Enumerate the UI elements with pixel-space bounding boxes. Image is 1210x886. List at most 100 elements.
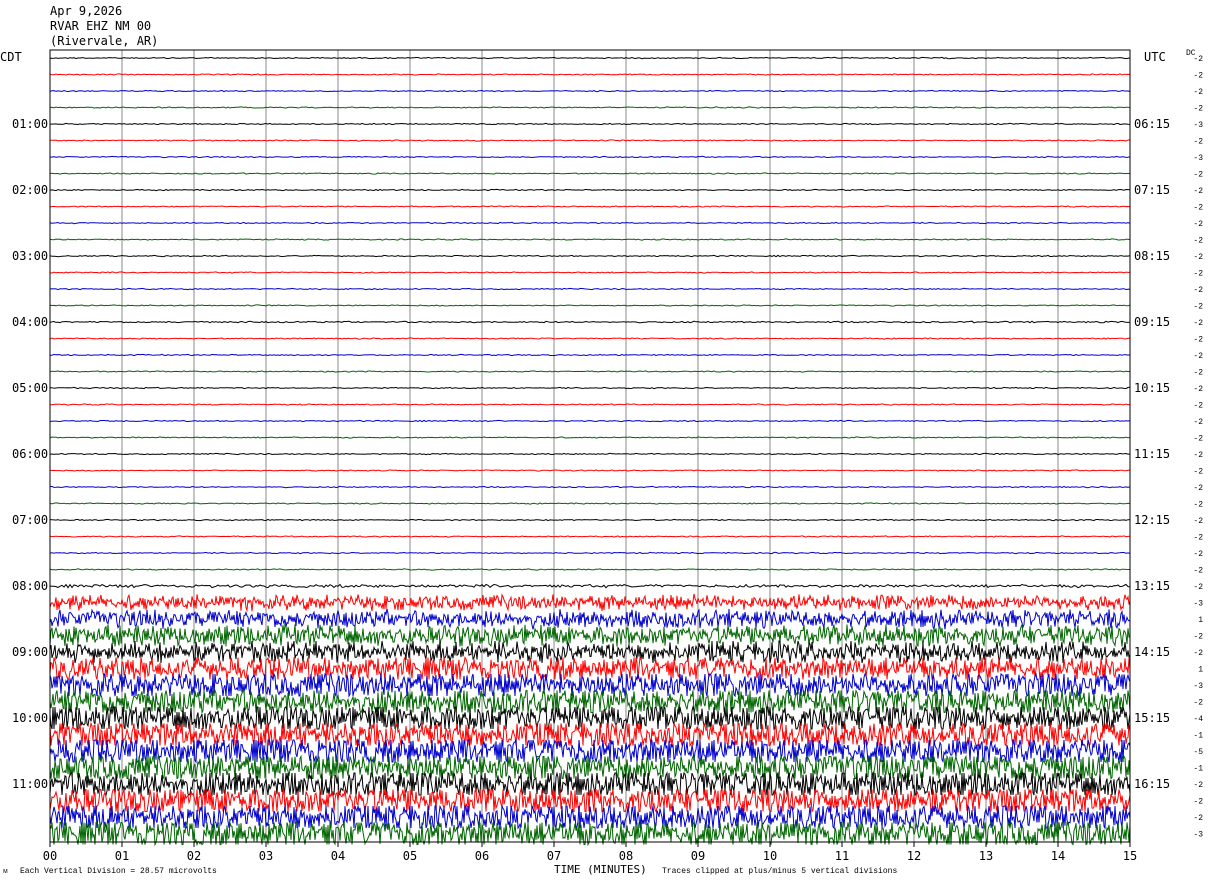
seismic-trace <box>49 403 1131 406</box>
seismic-trace <box>49 353 1131 357</box>
time-axis-ticks: 00 01 02 03 04 05 06 07 08 09 10 11 12 13 14 15 <box>43 842 1137 863</box>
x-tick-label: 13 <box>979 849 993 863</box>
x-axis-label: TIME (MINUTES) <box>554 863 647 876</box>
seismic-trace <box>50 122 1131 126</box>
seismic-trace <box>49 738 1131 764</box>
seismic-trace <box>49 535 1131 538</box>
seismic-trace <box>49 89 1131 93</box>
dc-offset-value: 1 <box>1198 666 1203 675</box>
dc-offset-value: -2 <box>1193 781 1203 790</box>
seismic-trace <box>49 583 1131 589</box>
dc-offset-value: -4 <box>1193 715 1203 724</box>
seismic-trace <box>49 188 1131 192</box>
x-tick-label: 07 <box>547 849 561 863</box>
dc-offset-value: -2 <box>1193 402 1203 411</box>
x-tick-label: 10 <box>763 849 777 863</box>
dc-offset-value: -2 <box>1193 369 1203 378</box>
dc-offset-value: -2 <box>1193 534 1203 543</box>
clip-note: Traces clipped at plus/minus 5 vertical … <box>662 867 898 876</box>
seismic-trace <box>49 287 1131 291</box>
seismic-trace <box>50 485 1131 489</box>
utc-hour-labels: 06:15 07:15 08:15 09:15 10:15 11:15 12:15 13:15… <box>1134 117 1170 791</box>
seismic-trace <box>49 640 1131 664</box>
seismic-trace <box>49 337 1131 340</box>
cdt-hour-label: 09:00 <box>12 645 48 659</box>
dc-offset-value: -1 <box>1193 765 1203 774</box>
dc-offset-value: -2 <box>1193 418 1203 427</box>
seismic-trace <box>49 672 1131 698</box>
x-tick-label: 02 <box>187 849 201 863</box>
seismic-trace <box>49 551 1131 555</box>
utc-hour-label: 07:15 <box>1134 183 1170 197</box>
seismic-trace <box>49 370 1131 373</box>
utc-hour-label: 14:15 <box>1134 645 1170 659</box>
dc-offset-value: -2 <box>1193 88 1203 97</box>
dc-offset-value: -2 <box>1193 435 1203 444</box>
seismic-trace <box>49 386 1130 390</box>
dc-offset-value: -2 <box>1193 237 1203 246</box>
cdt-hour-label: 02:00 <box>12 183 48 197</box>
dc-offset-value: -3 <box>1193 154 1203 163</box>
cdt-hour-label: 11:00 <box>12 777 48 791</box>
dc-offset-value: -2 <box>1193 451 1203 460</box>
dc-offset-value: -2 <box>1193 352 1203 361</box>
utc-hour-label: 15:15 <box>1134 711 1170 725</box>
utc-hour-label: 11:15 <box>1134 447 1170 461</box>
seismic-trace <box>49 436 1131 439</box>
cdt-hour-label: 03:00 <box>12 249 48 263</box>
x-tick-label: 01 <box>115 849 129 863</box>
cdt-hour-label: 08:00 <box>12 579 48 593</box>
seismic-trace <box>49 452 1131 456</box>
dc-offset-value: -2 <box>1193 468 1203 477</box>
seismic-trace <box>49 238 1131 241</box>
dc-header-label: DC <box>1186 49 1196 58</box>
dc-offset-value: -2 <box>1193 204 1203 213</box>
header-date: Apr 9,2026 <box>50 4 123 18</box>
dc-offset-value: 1 <box>1198 616 1203 625</box>
dc-offset-value: -2 <box>1193 319 1203 328</box>
seismic-trace <box>49 820 1131 847</box>
dc-offset-value: -2 <box>1193 253 1203 262</box>
utc-hour-label: 16:15 <box>1134 777 1170 791</box>
x-tick-label: 03 <box>259 849 273 863</box>
dc-offset-value: -2 <box>1193 699 1203 708</box>
dc-offset-value: -2 <box>1193 303 1203 312</box>
cdt-hour-labels: 01:00 02:00 03:00 04:00 05:00 06:00 07:00 08:00… <box>12 117 48 791</box>
x-tick-label: 14 <box>1051 849 1065 863</box>
dc-offset-value: -2 <box>1193 798 1203 807</box>
seismic-trace <box>49 568 1130 571</box>
dc-offset-value: -2 <box>1193 814 1203 823</box>
dc-offset-value: -2 <box>1193 550 1203 559</box>
dc-offset-value: -2 <box>1193 187 1203 196</box>
dc-offset-value: -3 <box>1193 121 1203 130</box>
corner-mark: ᴹ <box>3 869 8 878</box>
dc-offset-value: -2 <box>1193 220 1203 229</box>
dc-offset-value: -2 <box>1193 484 1203 493</box>
dc-offset-value: -3 <box>1193 600 1203 609</box>
seismic-trace <box>49 419 1131 423</box>
cdt-hour-label: 05:00 <box>12 381 48 395</box>
dc-offset-value: -2 <box>1193 270 1203 279</box>
seismic-traces <box>49 56 1131 847</box>
right-zone-label: UTC <box>1144 50 1166 64</box>
seismic-trace <box>49 205 1131 208</box>
x-tick-label: 12 <box>907 849 921 863</box>
utc-hour-label: 13:15 <box>1134 579 1170 593</box>
x-tick-label: 00 <box>43 849 57 863</box>
x-tick-label: 08 <box>619 849 633 863</box>
x-tick-label: 15 <box>1123 849 1137 863</box>
dc-offset-value: -2 <box>1193 517 1203 526</box>
cdt-hour-label: 01:00 <box>12 117 48 131</box>
dc-offset-value: -2 <box>1193 171 1203 180</box>
vertical-division-note: Each Vertical Division = 28.57 microvolt… <box>20 867 217 876</box>
dc-offset-value: -2 <box>1193 649 1203 658</box>
dc-offset-value: -2 <box>1193 336 1203 345</box>
dc-offset-value: -2 <box>1193 72 1203 81</box>
dc-offset-labels: -2 -2 -2 -2 -3 -2 -3 -2 -2 -2 -2 -2 -2 -2 -2 -2 -2 -2 -2 -2… <box>1193 55 1203 840</box>
helicorder-plot: 00 01 02 03 04 05 06 07 08 09 10 11 12 13 14 15 01:0002… <box>12 49 1203 863</box>
dc-offset-value: -2 <box>1193 633 1203 642</box>
seismic-trace <box>49 155 1131 159</box>
x-tick-label: 11 <box>835 849 849 863</box>
utc-hour-label: 08:15 <box>1134 249 1170 263</box>
seismic-trace <box>49 320 1130 324</box>
